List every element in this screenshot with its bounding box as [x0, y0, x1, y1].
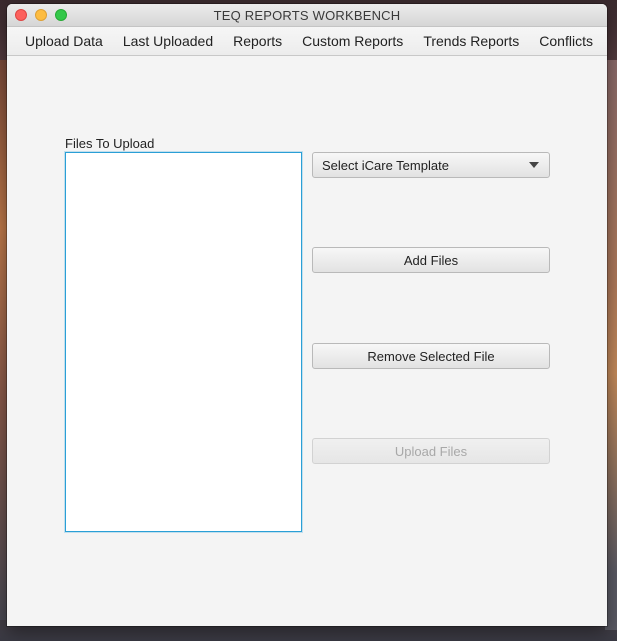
- menu-conflicts[interactable]: Conflicts: [529, 27, 603, 55]
- menu-custom-reports[interactable]: Custom Reports: [292, 27, 413, 55]
- files-to-upload-list[interactable]: [65, 152, 302, 532]
- menu-bar: Upload Data Last Uploaded Reports Custom…: [7, 27, 607, 56]
- icare-template-select[interactable]: Select iCare Template: [312, 152, 550, 178]
- menu-reports[interactable]: Reports: [223, 27, 292, 55]
- chevron-down-icon: [529, 162, 539, 168]
- upload-files-button[interactable]: Upload Files: [312, 438, 550, 464]
- remove-selected-file-button[interactable]: Remove Selected File: [312, 343, 550, 369]
- window-title: TEQ REPORTS WORKBENCH: [213, 8, 401, 23]
- menu-last-uploaded[interactable]: Last Uploaded: [113, 27, 223, 55]
- upload-panel: Files To Upload Select iCare Template Ad…: [7, 56, 607, 626]
- icare-template-select-value: Select iCare Template: [322, 157, 449, 173]
- files-to-upload-label: Files To Upload: [65, 136, 155, 151]
- menu-trends-reports[interactable]: Trends Reports: [413, 27, 529, 55]
- menu-upload-data[interactable]: Upload Data: [15, 27, 113, 55]
- add-files-button[interactable]: Add Files: [312, 247, 550, 273]
- title-bar[interactable]: TEQ REPORTS WORKBENCH: [7, 4, 607, 27]
- app-window: TEQ REPORTS WORKBENCH Upload Data Last U…: [7, 4, 607, 626]
